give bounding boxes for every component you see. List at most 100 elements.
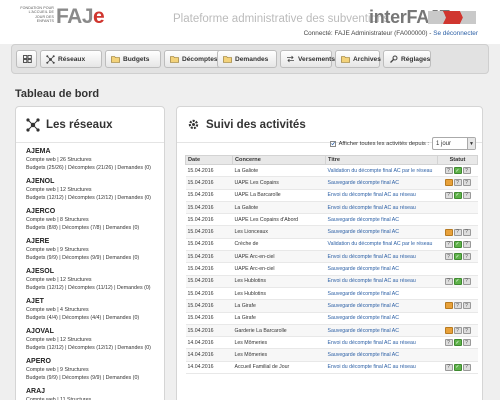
tab-reglages[interactable]: Réglages [383,50,431,68]
status-gray-icon[interactable]: ? [444,240,453,248]
table-row[interactable]: 15.04.2016 UAPE La Barcarolle Envoi du déc… [185,189,478,202]
network-counts[interactable]: Budgets (12/12) | Décomptes (12/12) | De… [26,195,164,203]
status-gray-icon[interactable]: ? [462,327,471,334]
table-row[interactable]: 15.04.2016 Les Hublotins Sauvegarde décomp… [185,287,478,301]
network-counts[interactable]: Budgets (12/12) | Décomptes (12/12) | De… [26,345,164,353]
network-structures[interactable]: Compte web | 9 Structures [26,367,164,375]
table-row[interactable]: 14.04.2016 Les Mômeries Sauvegarde décompt… [185,348,478,362]
status-gray-icon[interactable]: ? [444,253,453,261]
tab-demandes[interactable]: Demandes [217,50,277,68]
row-titre-link[interactable]: Validation du décompte final AC par le r… [325,238,438,252]
status-gray-icon[interactable]: ? [444,277,453,285]
row-titre-link[interactable]: Sauvegarde décompte final AC [325,213,438,227]
status-green-icon[interactable]: ✓ [453,253,462,261]
network-structures[interactable]: Compte web | 12 Structures [26,337,164,345]
status-green-icon[interactable]: ✓ [453,240,462,248]
tab-budgets[interactable]: Budgets [105,50,161,68]
row-titre-link[interactable]: Sauvegarde décompte final AC [325,176,438,190]
table-row[interactable]: 15.04.2016 Crèche de Validation du décompt… [185,238,478,252]
row-titre-link[interactable]: Envoi du décompte final AC au réseau [325,201,438,215]
network-name[interactable]: AJESOL [26,267,164,277]
row-titre-link[interactable]: Envoi du décompte final AC au réseau [325,336,438,350]
status-orange-icon[interactable] [444,302,453,310]
table-row[interactable]: 15.04.2016 Garderie La Barcarolle Sauvegar… [185,324,478,338]
network-item[interactable]: ARAJCompte web | 11 StructuresBudgets (1… [26,387,164,400]
network-structures[interactable]: Compte web | 9 Structures [26,247,164,255]
network-structures[interactable]: Compte web | 12 Structures [26,187,164,195]
status-orange-icon[interactable] [444,179,453,187]
status-green-icon[interactable]: ✓ [453,167,462,175]
faje-logo[interactable]: Fondation pour l'accueil de jour des enf… [18,6,104,28]
tab-dashboard[interactable] [16,50,37,68]
status-gray-icon[interactable]: ? [453,179,462,187]
column-header-statut[interactable]: Statut [437,155,478,165]
network-name[interactable]: ARAJ [26,387,164,397]
show-all-checkbox[interactable] [329,140,336,147]
network-name[interactable]: AJEMA [26,147,164,157]
status-green-icon[interactable]: ✓ [453,363,462,371]
status-gray-icon[interactable]: ? [453,302,462,310]
status-gray-icon[interactable]: ? [453,327,462,334]
table-row[interactable]: 15.04.2016 UAPE Arc-en-ciel Sauvegarde déc… [185,262,478,276]
period-select[interactable]: 1 jour ▼ [432,137,476,150]
tab-archives[interactable]: Archives [335,50,381,68]
status-gray-icon[interactable]: ? [462,253,471,261]
status-gray-icon[interactable]: ? [462,302,471,310]
status-gray-icon[interactable]: ? [462,179,471,187]
row-titre-link[interactable]: Sauvegarde décompte final AC [325,287,438,301]
network-item[interactable]: AJET Compte web | 4 Structures Budgets (4/… [26,297,164,327]
status-orange-icon[interactable] [444,327,453,334]
status-gray-icon[interactable]: ? [462,277,471,285]
network-structures[interactable]: Compte web | 12 Structures [26,277,164,285]
table-row[interactable]: 14.04.2016 Accueil Familial de Jour Envoi … [185,361,478,375]
row-titre-link[interactable]: Sauvegarde décompte final AC [325,299,438,313]
table-row[interactable]: 15.04.2016 La Girafe Sauvegarde décompte f… [185,312,478,325]
row-titre-link[interactable]: Sauvegarde décompte final AC [325,324,438,338]
network-name[interactable]: AJENOL [26,177,164,187]
status-gray-icon[interactable]: ? [444,339,453,347]
status-gray-icon[interactable]: ? [444,167,453,175]
status-gray-icon[interactable]: ? [462,339,471,347]
status-green-icon[interactable]: ✓ [453,277,462,285]
column-header-date[interactable]: Date [185,155,233,165]
network-name[interactable]: APERO [26,357,164,367]
tab-reseaux[interactable]: Réseaux [40,50,102,68]
row-titre-link[interactable]: Sauvegarde décompte final AC [325,225,438,239]
row-titre-link[interactable]: Envoi du décompte final AC au réseau [325,250,438,264]
network-counts[interactable]: Budgets (12/12) | Décomptes (11/12) | De… [26,285,164,293]
row-titre-link[interactable]: Envoi du décompte final AC au réseau [325,361,438,375]
network-item[interactable]: AJERCO Compte web | 8 Structures Budgets (… [26,207,164,237]
network-structures[interactable]: Compte web | 4 Structures [26,307,164,315]
network-counts[interactable]: Budgets (8/8) | Décomptes (7/8) | Demand… [26,225,164,233]
status-green-icon[interactable]: ✓ [453,339,462,347]
table-row[interactable]: 15.04.2016 UAPE Les Copains d'Abord Sauveg… [185,213,478,227]
status-gray-icon[interactable]: ? [462,228,471,236]
column-header-titre[interactable]: Titre [325,155,438,165]
network-name[interactable]: AJET [26,297,164,307]
status-orange-icon[interactable] [444,228,453,236]
status-gray-icon[interactable]: ? [462,167,471,175]
status-green-icon[interactable]: ✓ [453,191,462,199]
table-row[interactable]: 15.04.2016 La Galiote Envoi du décompte fi… [185,201,478,215]
network-item[interactable]: AJENOL Compte web | 12 Structures Budgets … [26,177,164,207]
status-gray-icon[interactable]: ? [462,191,471,199]
status-gray-icon[interactable]: ? [462,240,471,248]
row-titre-link[interactable]: Sauvegarde décompte final AC [325,348,438,362]
row-titre-link[interactable]: Sauvegarde décompte final AC [325,312,438,325]
network-name[interactable]: AJERE [26,237,164,247]
network-counts[interactable]: Budgets (4/4) | Décomptes (4/4) | Demand… [26,315,164,323]
table-row[interactable]: 15.04.2016 UAPE Les Copains Sauvegarde déc… [185,176,478,190]
network-counts[interactable]: Budgets (9/9) | Décomptes (9/9) | Demand… [26,255,164,263]
tab-decomptes[interactable]: Décomptes [164,50,222,68]
network-item[interactable]: AJEMA Compte web | 26 Structures Budgets (… [26,147,164,177]
status-gray-icon[interactable]: ? [453,228,462,236]
row-titre-link[interactable]: Validation du décompte final AC par le r… [325,164,438,178]
row-titre-link[interactable]: Sauvegarde décompte final AC [325,262,438,276]
network-name[interactable]: AJOVAL [26,327,164,337]
table-row[interactable]: 15.04.2016 UAPE Arc-en-ciel Envoi du décom… [185,250,478,264]
network-counts[interactable]: Budgets (9/9) | Décomptes (9/9) | Demand… [26,375,164,383]
table-row[interactable]: 14.04.2016 Les Mômeries Envoi du décompte … [185,336,478,350]
network-item[interactable]: APERO Compte web | 9 Structures Budgets (9… [26,357,164,387]
row-titre-link[interactable]: Envoi du décompte final AC au réseau [325,189,438,202]
network-name[interactable]: AJERCO [26,207,164,217]
